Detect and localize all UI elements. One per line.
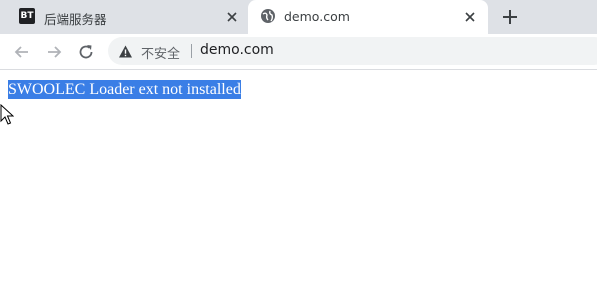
url-text[interactable]: demo.com <box>200 42 274 58</box>
tab-strip: BT 后端服务器 demo.com <box>0 0 597 34</box>
warning-triangle-icon[interactable] <box>118 44 133 59</box>
tab-title: 后端服务器 <box>44 12 107 27</box>
reload-icon[interactable] <box>76 42 96 62</box>
tab-title: demo.com <box>284 9 350 24</box>
back-arrow-icon[interactable] <box>12 42 32 62</box>
tab-demo[interactable]: demo.com <box>248 0 488 34</box>
tab-backend-server[interactable]: BT 后端服务器 <box>0 0 248 34</box>
close-icon[interactable] <box>462 9 478 25</box>
error-message: SWOOLEC Loader ext not installed <box>8 80 241 99</box>
mouse-cursor-icon <box>0 104 14 125</box>
globe-icon <box>261 9 275 23</box>
close-icon[interactable] <box>224 9 240 25</box>
bt-favicon-icon: BT <box>19 8 35 24</box>
divider <box>191 44 192 58</box>
forward-arrow-icon[interactable] <box>44 42 64 62</box>
page-content: SWOOLEC Loader ext not installed <box>0 70 597 288</box>
toolbar: 不安全 demo.com <box>0 34 597 70</box>
address-bar[interactable]: 不安全 demo.com <box>108 37 597 65</box>
new-tab-plus-icon[interactable] <box>500 7 520 27</box>
security-status-label[interactable]: 不安全 <box>141 43 180 62</box>
